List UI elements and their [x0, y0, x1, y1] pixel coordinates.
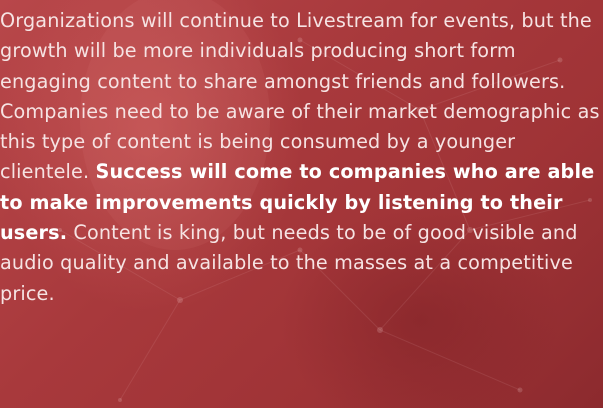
paragraph-outro: Content is king, but needs to be of good… [0, 221, 578, 305]
body-paragraph: Organizations will continue to Livestrea… [0, 6, 600, 309]
paragraph-intro: Organizations will continue to Livestrea… [0, 9, 600, 184]
content-panel: Organizations will continue to Livestrea… [0, 0, 603, 408]
